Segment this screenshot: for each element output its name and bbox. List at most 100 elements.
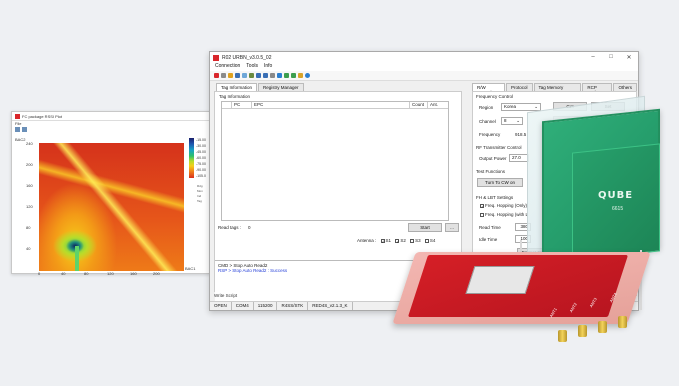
heatmap-peak-line: [75, 246, 79, 271]
clear-button[interactable]: ...: [445, 223, 459, 232]
tag-table-header: PC EPC Count Ant.: [222, 102, 448, 109]
x-tick: 160: [130, 271, 137, 276]
group-label: Tag Information: [219, 94, 251, 99]
antenna-s3-checkbox[interactable]: [410, 239, 415, 243]
antenna-s1-checkbox[interactable]: [380, 239, 385, 243]
antenna-s1-label: S1: [385, 238, 392, 243]
settings-icon[interactable]: [228, 73, 233, 78]
region-label: Region: [479, 105, 494, 110]
antenna-s2-checkbox[interactable]: [395, 239, 400, 243]
download-icon[interactable]: [242, 73, 247, 78]
connect-icon[interactable]: [214, 73, 219, 78]
column-header-ant[interactable]: Ant.: [428, 102, 448, 108]
sma-connector-icon: [618, 316, 627, 328]
y-tick: 200: [26, 162, 33, 167]
region-select[interactable]: Korea ⌄: [501, 103, 541, 111]
colorbar-value: -60.00: [196, 156, 206, 160]
menu-connection[interactable]: Connection: [215, 63, 240, 71]
column-header-count[interactable]: Count: [410, 102, 428, 108]
window-titlebar: R02 URBN_v3.0.5_02 – □ ✕: [210, 52, 638, 63]
grid-icon[interactable]: [256, 73, 261, 78]
y-axis-label: BAC2: [15, 137, 26, 142]
start-button[interactable]: Start: [408, 223, 442, 232]
sma-connector-icon: [558, 330, 567, 342]
write-script-label[interactable]: Write Script: [214, 293, 237, 298]
x-axis-unit: BAC1: [185, 266, 196, 271]
heatmap-titlebar: FC package RSSI Plot: [12, 112, 210, 121]
y-tick: 240: [26, 141, 33, 146]
antenna-label: Antenna :: [357, 238, 377, 243]
colorbar-value: -105.0: [196, 174, 206, 178]
list-icon[interactable]: [270, 73, 275, 78]
chevron-down-icon: ⌄: [534, 104, 538, 109]
sma-connector-icon: [578, 325, 587, 337]
idle-time-label: Idle Time: [479, 237, 498, 242]
freq-hopping-only-checkbox[interactable]: [480, 204, 484, 208]
colorbar-value: -75.00: [196, 162, 206, 166]
close-button[interactable]: ✕: [620, 54, 638, 61]
freq-hopping-lbt-checkbox[interactable]: [480, 213, 484, 217]
tab-registry-manager[interactable]: Registry Manager: [258, 83, 304, 91]
freq-hopping-only-option[interactable]: Freq. Hopping (Only): [477, 203, 527, 208]
app-logo-icon: [213, 54, 219, 61]
channel-select[interactable]: 8 ⌄: [501, 117, 523, 125]
upload-icon[interactable]: [235, 73, 240, 78]
disconnect-icon[interactable]: [221, 73, 226, 78]
column-header-epc[interactable]: EPC: [252, 102, 410, 108]
y-tick: 120: [26, 204, 33, 209]
app-logo-icon: [15, 113, 20, 119]
tab-tag-information[interactable]: Tag Information: [216, 83, 258, 91]
chevron-down-icon: ⌄: [516, 118, 520, 123]
output-power-select[interactable]: 27.0: [509, 154, 529, 162]
screenshot-stage: FC package RSSI Plot File BAC2 240 200 1…: [0, 0, 679, 386]
antenna-selector: Antenna : S1 S2 S3 S4: [357, 238, 435, 243]
minimize-button[interactable]: –: [584, 54, 602, 61]
rf-transmitter-label: RF Transmitter Control: [476, 145, 522, 150]
colorbar-value: -45.00: [196, 150, 206, 154]
menu-tools[interactable]: Tools: [246, 63, 258, 71]
side-label: Tag: [197, 199, 202, 203]
window-controls: – □ ✕: [584, 54, 638, 61]
tag-table[interactable]: PC EPC Count Ant.: [221, 101, 449, 221]
cw-on-button[interactable]: Turn To CW on: [477, 178, 523, 187]
chart-icon[interactable]: [284, 73, 289, 78]
frequency-control-label: Frequency Control: [476, 94, 514, 99]
read-tags-value: 0: [248, 225, 251, 230]
rssi-heatmap: [39, 143, 184, 271]
export-icon[interactable]: [291, 73, 296, 78]
freq-hopping-lbt-option[interactable]: Freq. Hopping (with L: [477, 212, 528, 217]
colorbar-value: -90.00: [196, 168, 206, 172]
key-icon[interactable]: [298, 73, 303, 78]
heatmap-title: FC package RSSI Plot: [22, 113, 63, 119]
antenna-s4-checkbox[interactable]: [424, 239, 429, 243]
x-tick: 120: [107, 271, 114, 276]
help-icon[interactable]: [305, 73, 310, 78]
table-icon[interactable]: [263, 73, 268, 78]
sma-connector-icon: [598, 321, 607, 333]
fh-lbt-label: FH & LBT Settings: [476, 195, 514, 200]
status-device: R4SS/STK: [277, 302, 309, 310]
maximize-button[interactable]: □: [602, 54, 620, 61]
column-header: [222, 102, 232, 108]
channel-label: Channel: [479, 119, 496, 124]
heatmap-side-panel: Rdg Mon Ind Tag: [197, 184, 209, 204]
column-header-pc[interactable]: PC: [232, 102, 252, 108]
antenna-s3-label: S3: [415, 238, 421, 243]
save-icon[interactable]: [15, 127, 20, 132]
antenna-brand: QUBE: [598, 190, 634, 201]
y-tick: 160: [26, 183, 33, 188]
y-tick: 40: [26, 246, 31, 251]
antenna-model: 6615: [612, 206, 624, 212]
test-functions-label: Test Functions: [476, 169, 506, 174]
colorbar: [189, 138, 194, 178]
antenna-patch: [572, 143, 660, 261]
refresh-icon[interactable]: [249, 73, 254, 78]
left-tab-strip: Tag Information Registry Manager: [216, 83, 305, 91]
frequency-label: Frequency: [479, 132, 501, 137]
play-icon[interactable]: [277, 73, 282, 78]
region-select-value: Korea: [504, 104, 517, 109]
colorbar-value: -30.00: [196, 144, 206, 148]
menu-info[interactable]: Info: [264, 63, 272, 71]
y-tick: 80: [26, 225, 31, 230]
open-icon[interactable]: [22, 127, 27, 132]
